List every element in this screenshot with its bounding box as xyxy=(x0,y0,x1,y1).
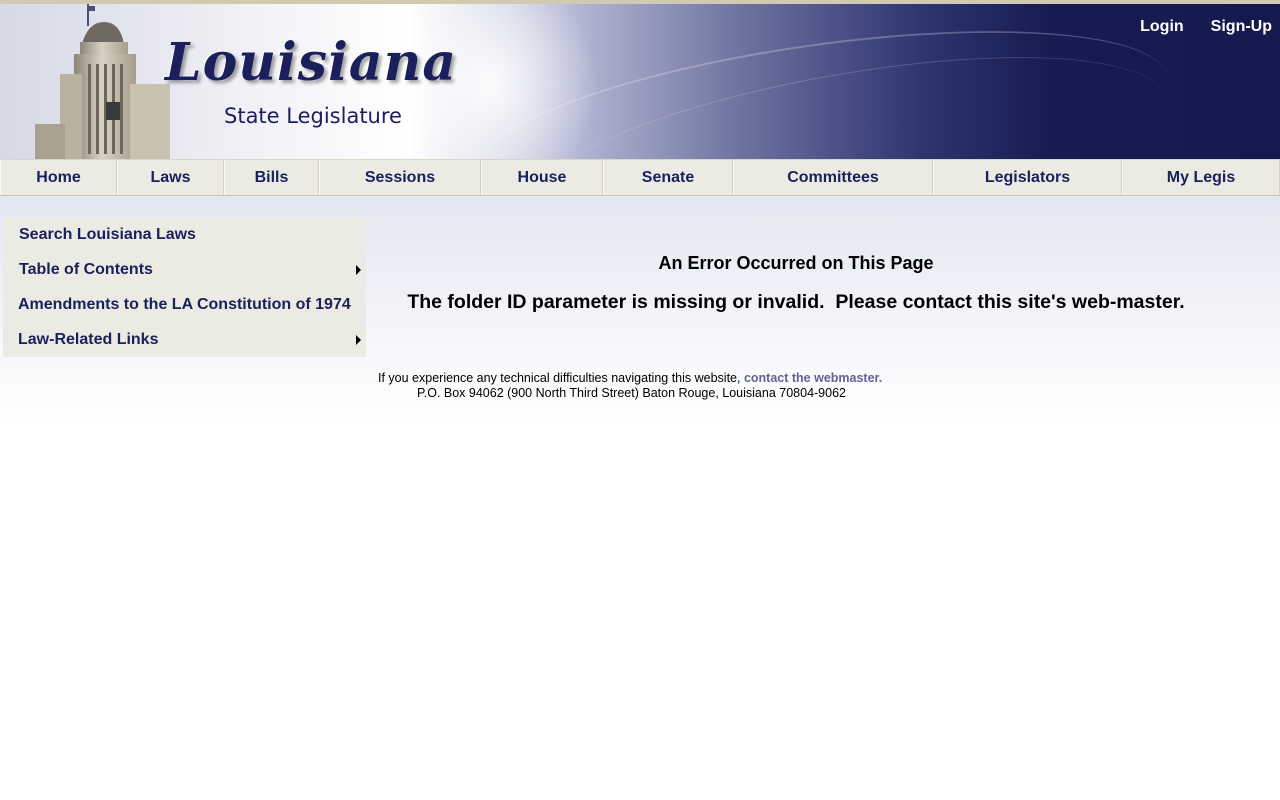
nav-sessions[interactable]: Sessions xyxy=(319,160,481,195)
nav-legislators[interactable]: Legislators xyxy=(933,160,1122,195)
footer-help-text: If you experience any technical difficul… xyxy=(378,371,882,385)
signup-link[interactable]: Sign-Up xyxy=(1211,18,1272,36)
footer-difficulty-text: If you experience any technical difficul… xyxy=(378,371,744,385)
error-message: The folder ID parameter is missing or in… xyxy=(407,291,1185,313)
sidebar-item-label: Table of Contents xyxy=(19,260,153,278)
sidebar-menu: Search Louisiana Laws Table of Contents … xyxy=(3,217,366,357)
sidebar-item-law-related-links[interactable]: Law-Related Links xyxy=(3,322,366,357)
nav-my-legis[interactable]: My Legis xyxy=(1122,160,1280,195)
submenu-arrow-icon xyxy=(356,335,361,345)
logo-title: Louisiana xyxy=(165,32,458,93)
logo-subtitle: State Legislature xyxy=(224,104,402,128)
error-title: An Error Occurred on This Page xyxy=(658,253,934,273)
sidebar-item-label: Amendments to the LA Constitution of 197… xyxy=(18,295,351,313)
sidebar-item-amendments[interactable]: Amendments to the LA Constitution of 197… xyxy=(3,287,366,322)
nav-home[interactable]: Home xyxy=(0,160,117,195)
main-nav: Home Laws Bills Sessions House Senate Co… xyxy=(0,159,1280,196)
sidebar-item-table-of-contents[interactable]: Table of Contents xyxy=(3,252,366,287)
contact-webmaster-link[interactable]: contact the webmaster. xyxy=(744,371,882,385)
nav-senate[interactable]: Senate xyxy=(603,160,733,195)
site-header: Louisiana State Legislature Login Sign-U… xyxy=(0,4,1280,159)
footer-address: P.O. Box 94062 (900 North Third Street) … xyxy=(417,386,846,400)
submenu-arrow-icon xyxy=(356,265,361,275)
account-links: Login Sign-Up xyxy=(1140,18,1272,36)
sidebar-item-search-laws[interactable]: Search Louisiana Laws xyxy=(3,217,366,252)
capitol-building-image xyxy=(35,4,170,159)
sidebar-item-label: Search Louisiana Laws xyxy=(19,225,196,243)
nav-house[interactable]: House xyxy=(481,160,603,195)
login-link[interactable]: Login xyxy=(1140,18,1184,36)
sidebar-item-label: Law-Related Links xyxy=(18,330,159,348)
nav-committees[interactable]: Committees xyxy=(733,160,933,195)
nav-laws[interactable]: Laws xyxy=(117,160,224,195)
nav-bills[interactable]: Bills xyxy=(224,160,319,195)
